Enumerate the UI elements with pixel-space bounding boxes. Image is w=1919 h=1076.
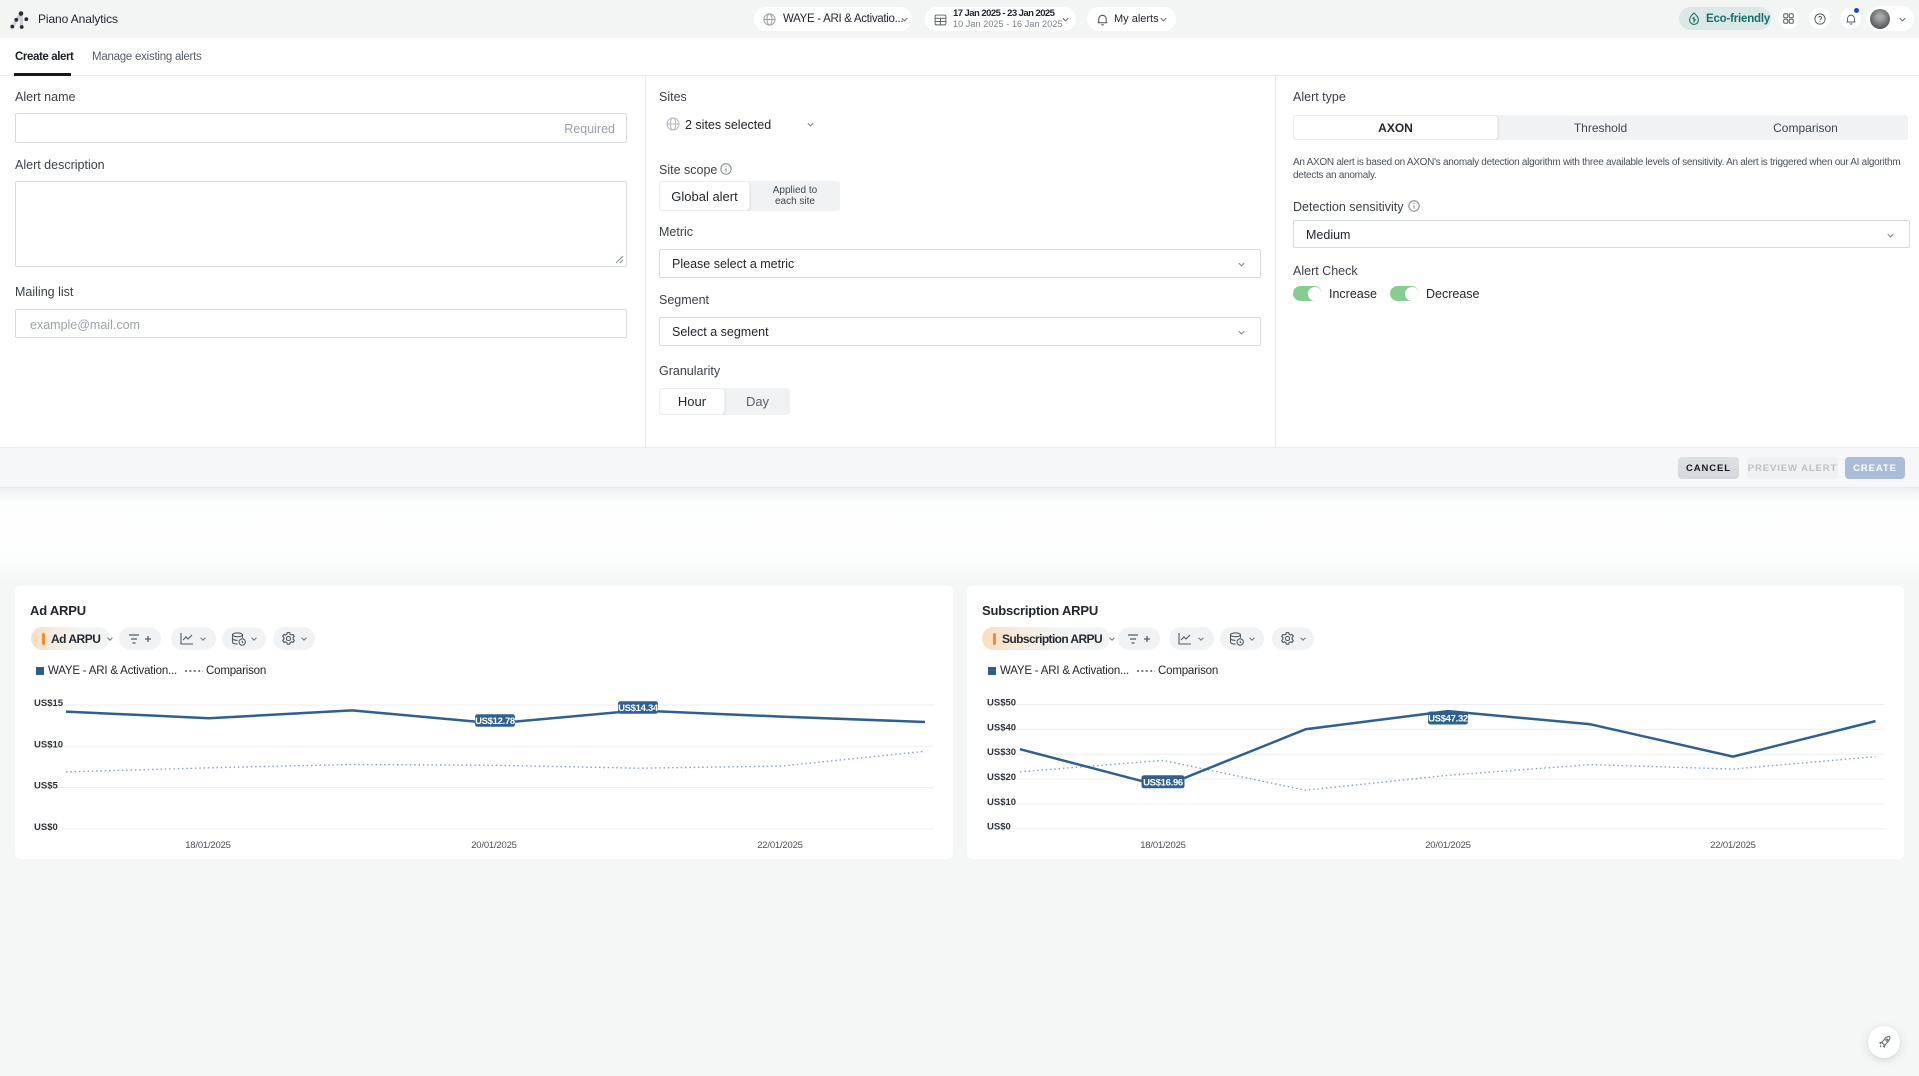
svg-text:20/01/2025: 20/01/2025 [471,840,517,851]
svg-text:22/01/2025: 22/01/2025 [757,840,803,851]
svg-text:US$12.78: US$12.78 [475,716,515,727]
svg-text:US$14.34: US$14.34 [618,703,659,714]
svg-text:US$0: US$0 [34,822,58,833]
svg-text:18/01/2025: 18/01/2025 [185,840,231,851]
svg-text:US$0: US$0 [987,822,1011,833]
svg-text:US$30: US$30 [987,747,1016,758]
svg-text:US$15: US$15 [34,698,64,709]
svg-text:18/01/2025: 18/01/2025 [1140,840,1186,851]
svg-text:US$10: US$10 [34,739,63,750]
svg-text:US$40: US$40 [987,722,1016,733]
svg-text:US$47.32: US$47.32 [1428,714,1468,725]
svg-text:US$20: US$20 [987,772,1016,783]
svg-text:US$16.96: US$16.96 [1143,777,1183,788]
svg-text:20/01/2025: 20/01/2025 [1425,840,1471,851]
svg-text:US$10: US$10 [987,797,1016,808]
svg-text:US$5: US$5 [34,781,58,792]
svg-text:22/01/2025: 22/01/2025 [1710,840,1756,851]
svg-text:US$50: US$50 [987,698,1016,709]
